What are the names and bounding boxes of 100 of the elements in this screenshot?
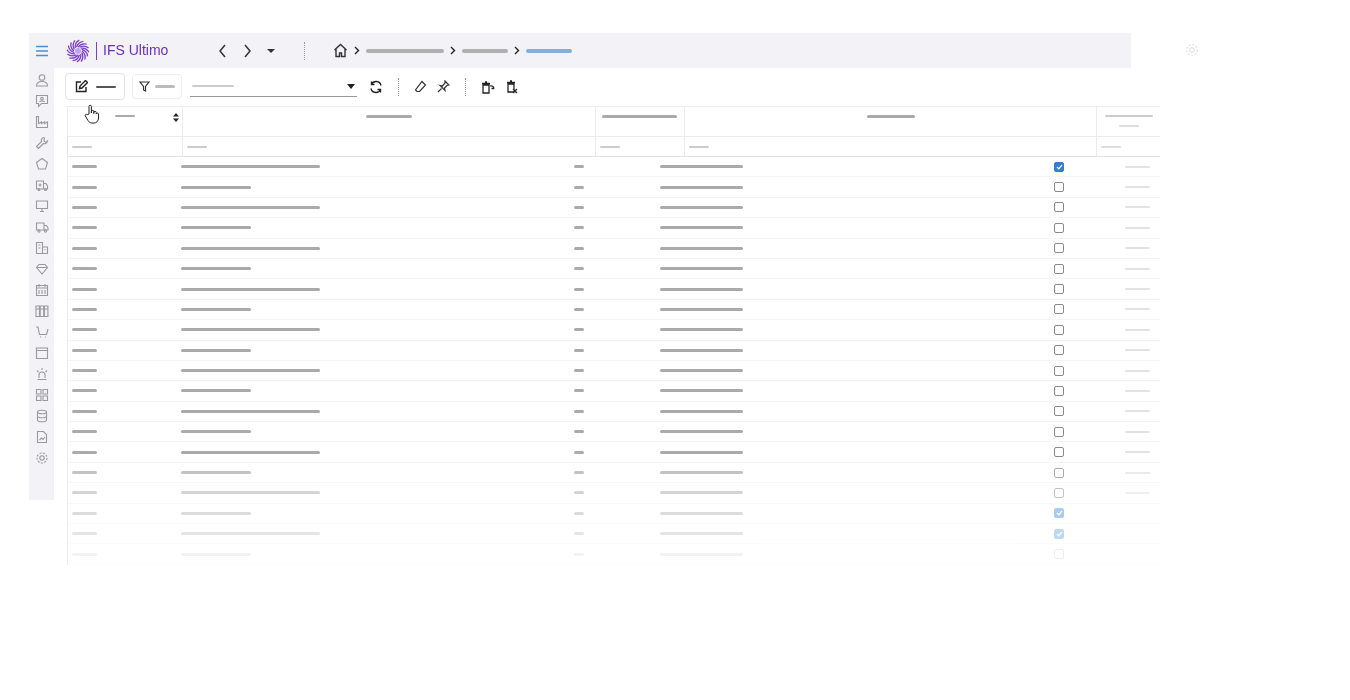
- database-icon[interactable]: [34, 409, 49, 423]
- logo-text: IFS Ultimo: [103, 41, 169, 60]
- pin-icon[interactable]: [437, 80, 450, 93]
- skeleton-bar: [180, 511, 251, 515]
- skeleton-bar: [574, 450, 585, 454]
- skeleton-bar: [72, 145, 92, 148]
- chevron-icon: [354, 46, 361, 55]
- skeleton-bar: [72, 511, 97, 515]
- skeleton-bar: [72, 287, 97, 291]
- window-icon[interactable]: [34, 346, 49, 360]
- skeleton-bar: [574, 226, 585, 230]
- skeleton-bar: [574, 389, 585, 393]
- diamond-icon[interactable]: [34, 262, 49, 276]
- skeleton-bar: [72, 307, 97, 311]
- hand-pointer-icon: [84, 104, 100, 124]
- chat-user-icon[interactable]: [34, 94, 49, 108]
- edit-icon: [74, 80, 88, 93]
- alarm-light-icon[interactable]: [34, 367, 49, 381]
- checkbox[interactable]: [1054, 365, 1065, 376]
- skeleton-bar: [72, 246, 97, 250]
- checkbox[interactable]: [1054, 202, 1065, 213]
- skeleton-bar: [72, 185, 97, 189]
- checkbox[interactable]: [1054, 284, 1065, 295]
- skeleton-bar: [574, 511, 585, 515]
- skeleton-bar: [72, 450, 97, 454]
- caret-icon[interactable]: [266, 47, 277, 54]
- monitor-icon[interactable]: [34, 199, 49, 213]
- skeleton-bar: [180, 430, 251, 434]
- binders-icon[interactable]: [34, 304, 49, 318]
- skeleton-bar: [72, 267, 97, 271]
- skeleton-bar: [155, 85, 175, 88]
- cart-icon[interactable]: [34, 325, 49, 339]
- skeleton-bar: [574, 185, 585, 189]
- logo-icon: [66, 38, 90, 63]
- skeleton-bar: [72, 165, 97, 169]
- sort-icon[interactable]: [172, 113, 179, 122]
- checkbox[interactable]: [1054, 345, 1065, 356]
- skeleton-bar: [866, 115, 915, 118]
- skeleton-bar: [72, 471, 97, 475]
- skeleton-bar: [574, 328, 585, 332]
- refresh-icon[interactable]: [369, 79, 383, 94]
- skeleton-bar: [72, 226, 97, 230]
- breadcrumb-link[interactable]: [366, 48, 445, 53]
- skeleton-bar: [574, 287, 585, 291]
- checkbox[interactable]: [1054, 467, 1065, 478]
- skeleton-bar: [574, 246, 585, 250]
- calendar-icon[interactable]: [34, 283, 49, 297]
- settings-icon[interactable]: [34, 451, 49, 465]
- skeleton-bar: [689, 145, 710, 148]
- chart-document-icon[interactable]: [34, 430, 49, 444]
- filter-icon: [139, 81, 150, 92]
- skeleton-bar: [180, 267, 251, 271]
- checkbox[interactable]: [1054, 406, 1065, 417]
- checkbox[interactable]: [1054, 243, 1065, 254]
- checkbox[interactable]: [1054, 182, 1065, 193]
- menu-icon[interactable]: [34, 44, 49, 57]
- checkbox[interactable]: [1054, 386, 1065, 396]
- skeleton-bar: [1101, 145, 1122, 148]
- skeleton-bar: [180, 307, 251, 311]
- truck-icon[interactable]: [34, 220, 49, 234]
- skeleton-bar: [574, 267, 585, 271]
- grid-icon[interactable]: [34, 388, 49, 402]
- skeleton-bar: [180, 226, 251, 230]
- checkbox[interactable]: [1054, 447, 1065, 458]
- skeleton-bar: [72, 205, 97, 209]
- user-icon[interactable]: [34, 73, 49, 87]
- chevron-icon: [514, 46, 521, 55]
- buildings-icon[interactable]: [34, 241, 49, 255]
- skeleton-bar: [72, 369, 97, 373]
- skeleton-bar: [72, 328, 97, 332]
- breadcrumb-link[interactable]: [462, 48, 509, 53]
- skeleton-bar: [72, 348, 97, 352]
- filter-button[interactable]: [132, 74, 182, 99]
- breadcrumb-link[interactable]: [526, 48, 573, 53]
- ambulance-icon[interactable]: [34, 178, 49, 192]
- delete-icon[interactable]: [505, 79, 519, 94]
- checkbox[interactable]: [1054, 161, 1065, 172]
- skeleton-bar: [95, 85, 116, 88]
- checkbox[interactable]: [1054, 304, 1065, 315]
- skeleton-bar: [574, 348, 585, 352]
- skeleton-bar: [599, 145, 620, 148]
- skeleton-bar: [365, 115, 412, 118]
- skeleton-bar: [186, 145, 207, 148]
- eraser-icon[interactable]: [414, 80, 427, 93]
- skeleton-bar: [574, 491, 585, 495]
- undo-delete-icon[interactable]: [481, 79, 495, 94]
- skeleton-bar: [72, 409, 97, 413]
- home-icon[interactable]: [333, 43, 349, 58]
- skeleton-bar: [574, 430, 585, 434]
- pentagon-icon[interactable]: [34, 157, 49, 171]
- wrench-icon[interactable]: [34, 136, 49, 150]
- checkbox[interactable]: [1054, 426, 1065, 437]
- checkbox[interactable]: [1054, 222, 1065, 233]
- skeleton-bar: [72, 430, 97, 434]
- skeleton-bar: [574, 205, 585, 209]
- skeleton-bar: [72, 491, 97, 495]
- checkbox[interactable]: [1054, 263, 1065, 274]
- edit-button[interactable]: [65, 73, 125, 100]
- checkbox[interactable]: [1054, 324, 1065, 335]
- factory-icon[interactable]: [34, 115, 49, 129]
